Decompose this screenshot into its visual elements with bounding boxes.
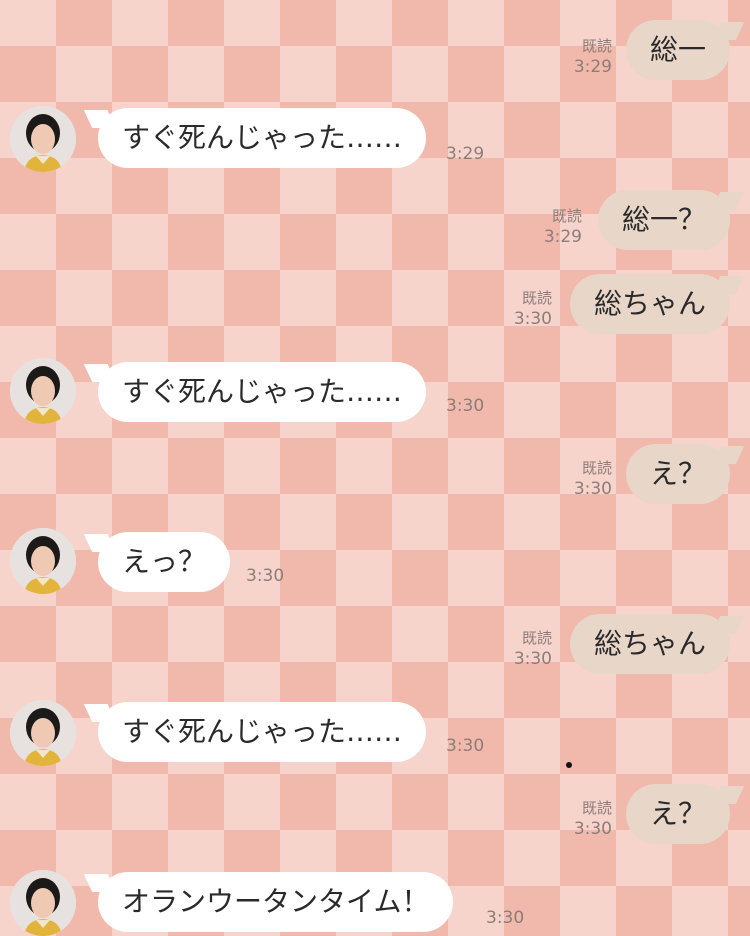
chat-thread[interactable]: 既読 3:29 総一 すぐ死んじゃった…… 3:29 既読 3:29 総一？ 既… <box>0 0 750 936</box>
message-time: 3:30 <box>573 819 612 839</box>
message-text: 総一 <box>649 33 706 66</box>
message-meta: 既読 3:30 <box>574 458 612 500</box>
message-time: 3:30 <box>573 479 612 499</box>
contact-avatar-icon <box>10 358 76 424</box>
message-bubble-outgoing[interactable]: 総一 <box>625 20 730 80</box>
message-time: 3:29 <box>446 144 485 164</box>
read-receipt: 既読 <box>581 37 612 55</box>
message-meta: 既読 3:29 <box>544 206 582 248</box>
message-meta: 既読 3:30 <box>514 288 552 330</box>
message-time: 3:30 <box>486 908 525 928</box>
read-receipt: 既読 <box>581 799 612 817</box>
avatar[interactable] <box>10 528 76 594</box>
avatar[interactable] <box>10 700 76 766</box>
message-bubble-incoming[interactable]: すぐ死んじゃった…… <box>98 362 427 422</box>
message-text: 総ちゃん <box>593 627 706 660</box>
message-bubble-outgoing[interactable]: 総ちゃん <box>569 274 730 334</box>
contact-avatar-icon <box>10 528 76 594</box>
message-bubble-incoming[interactable]: すぐ死んじゃった…… <box>98 108 427 168</box>
contact-avatar-icon <box>10 700 76 766</box>
message-time: 3:29 <box>543 227 582 247</box>
message-bubble-outgoing[interactable]: 総ちゃん <box>569 614 730 674</box>
message-bubble-outgoing[interactable]: え？ <box>625 444 730 504</box>
read-receipt: 既読 <box>521 289 552 307</box>
message-text: 総ちゃん <box>593 287 706 320</box>
read-receipt: 既読 <box>581 459 612 477</box>
message-time: 3:30 <box>446 396 485 416</box>
message-bubble-incoming[interactable]: すぐ死んじゃった…… <box>98 702 427 762</box>
avatar[interactable] <box>10 870 76 936</box>
message-meta: 既読 3:29 <box>574 36 612 78</box>
message-time: 3:30 <box>446 736 485 756</box>
message-text: すぐ死んじゃった…… <box>122 121 403 154</box>
message-time: 3:30 <box>246 566 285 586</box>
read-receipt: 既読 <box>521 629 552 647</box>
message-text: え？ <box>649 797 706 830</box>
avatar[interactable] <box>10 358 76 424</box>
message-text: すぐ死んじゃった…… <box>122 715 403 748</box>
message-time: 3:30 <box>513 309 552 329</box>
message-text: すぐ死んじゃった…… <box>122 375 403 408</box>
stray-dot <box>566 762 572 768</box>
message-meta: 既読 3:30 <box>574 798 612 840</box>
avatar[interactable] <box>10 106 76 172</box>
message-bubble-outgoing[interactable]: 総一？ <box>597 190 730 250</box>
message-text: オランウータンタイム！ <box>122 885 430 918</box>
message-bubble-incoming[interactable]: えっ？ <box>98 532 231 592</box>
message-time: 3:30 <box>513 649 552 669</box>
message-text: えっ？ <box>122 545 207 578</box>
contact-avatar-icon <box>10 106 76 172</box>
message-bubble-outgoing[interactable]: え？ <box>625 784 730 844</box>
message-bubble-incoming[interactable]: オランウータンタイム！ <box>98 872 454 932</box>
message-time: 3:29 <box>573 57 612 77</box>
message-text: 総一？ <box>621 203 706 236</box>
message-text: え？ <box>649 457 706 490</box>
message-meta: 既読 3:30 <box>514 628 552 670</box>
read-receipt: 既読 <box>551 207 582 225</box>
contact-avatar-icon <box>10 870 76 936</box>
